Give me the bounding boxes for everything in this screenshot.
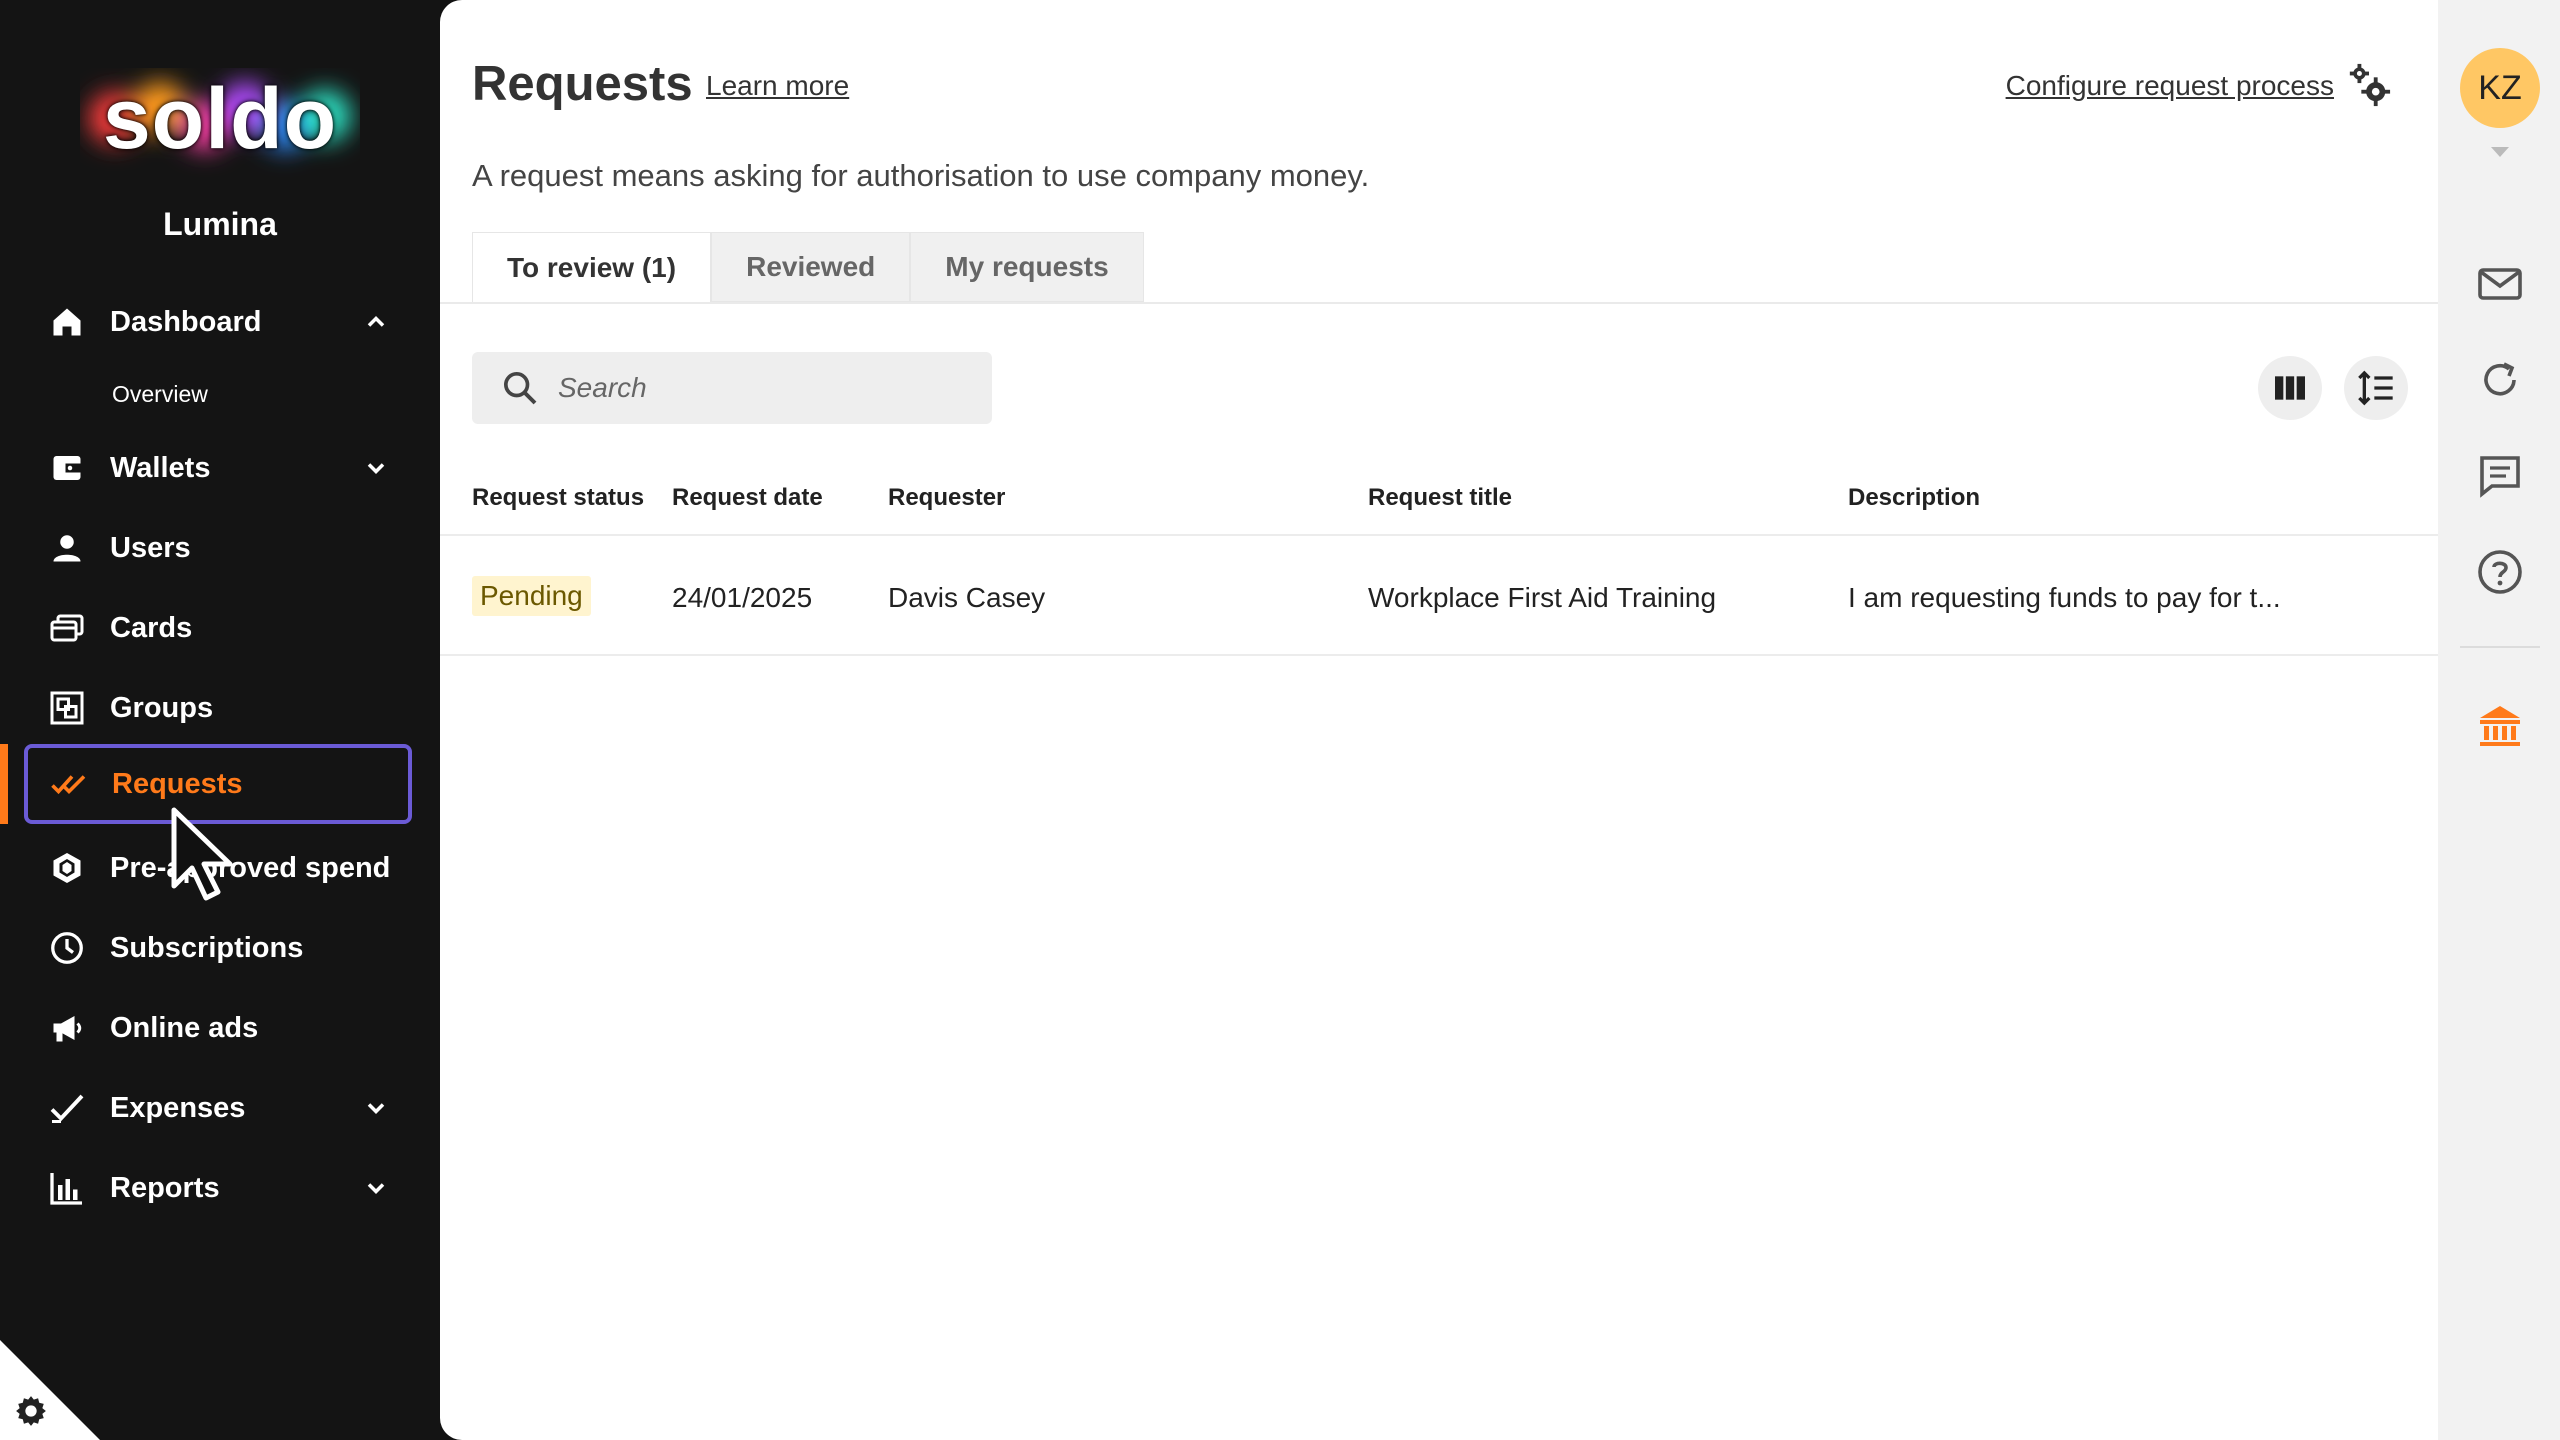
sidebar-item-cards[interactable]: Cards (26, 592, 410, 664)
megaphone-icon (44, 1005, 90, 1051)
sidebar-item-dashboard[interactable]: Dashboard (26, 286, 410, 358)
sidebar-item-groups[interactable]: Groups (26, 672, 410, 744)
avatar[interactable]: KZ (2460, 48, 2540, 128)
cell-request-date: 24/01/2025 (672, 582, 813, 613)
column-header-description[interactable]: Description (1848, 484, 1980, 512)
sidebar-item-wallets[interactable]: Wallets (26, 432, 410, 504)
learn-more-link[interactable]: Learn more (706, 70, 849, 102)
tab-reviewed[interactable]: Reviewed (711, 232, 911, 302)
tab-to-review[interactable]: To review (1) (472, 232, 712, 302)
sort-icon (2358, 370, 2393, 406)
sidebar: soldo Lumina Dashboard Overview Wallets … (0, 0, 440, 1440)
chevron-up-icon[interactable] (362, 308, 390, 336)
hexagon-icon (44, 845, 90, 891)
sidebar-item-label: Wallets (110, 451, 211, 484)
home-icon (44, 299, 90, 345)
sidebar-item-label: Expenses (110, 1091, 246, 1124)
help-icon[interactable] (2476, 548, 2524, 596)
sidebar-item-label: Users (110, 531, 191, 564)
sort-button[interactable] (2344, 356, 2408, 420)
chevron-down-icon[interactable] (362, 1174, 390, 1202)
logo-text: soldo (102, 71, 338, 167)
check-icon (44, 1085, 90, 1131)
configure-request-process-link[interactable]: Configure request process (2006, 70, 2334, 102)
columns-button[interactable] (2258, 356, 2322, 420)
sidebar-item-label: Requests (112, 767, 243, 800)
column-header-requester[interactable]: Requester (888, 484, 1005, 512)
sidebar-item-label: Groups (110, 691, 214, 724)
header-divider (440, 534, 2438, 536)
refresh-icon[interactable] (2476, 356, 2524, 404)
sidebar-item-reports[interactable]: Reports (26, 1152, 410, 1224)
column-header-request-status[interactable]: Request status (472, 484, 644, 512)
row-divider (440, 654, 2438, 656)
chevron-down-icon[interactable] (362, 1094, 390, 1122)
chevron-down-icon[interactable] (362, 454, 390, 482)
bank-icon[interactable] (2476, 702, 2524, 750)
active-indicator (0, 744, 8, 824)
double-check-icon (46, 761, 92, 807)
bar-chart-icon (44, 1165, 90, 1211)
caret-down-icon[interactable] (2488, 144, 2512, 160)
groups-icon (44, 685, 90, 731)
status-badge: Pending (472, 576, 591, 616)
cards-icon (44, 605, 90, 651)
soldo-logo[interactable]: soldo (60, 50, 380, 190)
tab-divider (440, 302, 2438, 304)
user-icon (44, 525, 90, 571)
gears-icon[interactable] (2346, 62, 2392, 108)
right-rail: KZ (2438, 0, 2560, 1440)
mouse-cursor-icon (171, 807, 233, 901)
tabs: To review (1) Reviewed My requests (472, 232, 1144, 302)
sidebar-item-users[interactable]: Users (26, 512, 410, 584)
search-box[interactable] (472, 352, 992, 424)
mail-icon[interactable] (2476, 260, 2524, 308)
sidebar-item-online-ads[interactable]: Online ads (26, 992, 410, 1064)
company-name: Lumina (163, 206, 277, 242)
search-input[interactable] (556, 371, 980, 405)
columns-icon (2275, 376, 2305, 400)
main-content: Requests Learn more Configure request pr… (440, 0, 2438, 1440)
sidebar-item-expenses[interactable]: Expenses (26, 1072, 410, 1144)
gear-icon[interactable] (14, 1394, 48, 1428)
search-icon (503, 372, 537, 405)
cell-description: I am requesting funds to pay for t... (1848, 582, 2281, 613)
clock-icon (44, 925, 90, 971)
sidebar-subitem-overview[interactable]: Overview (112, 381, 208, 408)
cell-requester: Davis Casey (888, 582, 1046, 613)
tab-my-requests[interactable]: My requests (910, 232, 1144, 302)
sidebar-item-label: Dashboard (110, 305, 262, 338)
sidebar-item-label: Reports (110, 1171, 220, 1204)
rail-divider (2460, 646, 2540, 648)
page-title: Requests (472, 57, 693, 111)
page-subtitle: A request means asking for authorisation… (472, 158, 1370, 193)
sidebar-item-label: Cards (110, 611, 193, 644)
wallet-icon (44, 445, 90, 491)
sidebar-item-label: Pre-approved spend (110, 851, 391, 884)
sidebar-item-subscriptions[interactable]: Subscriptions (26, 912, 410, 984)
sidebar-item-label: Subscriptions (110, 931, 304, 964)
chat-icon[interactable] (2476, 452, 2524, 500)
cell-request-title: Workplace First Aid Training (1368, 582, 1717, 613)
sidebar-item-label: Online ads (110, 1011, 259, 1044)
column-header-request-title[interactable]: Request title (1368, 484, 1512, 512)
column-header-request-date[interactable]: Request date (672, 484, 823, 512)
